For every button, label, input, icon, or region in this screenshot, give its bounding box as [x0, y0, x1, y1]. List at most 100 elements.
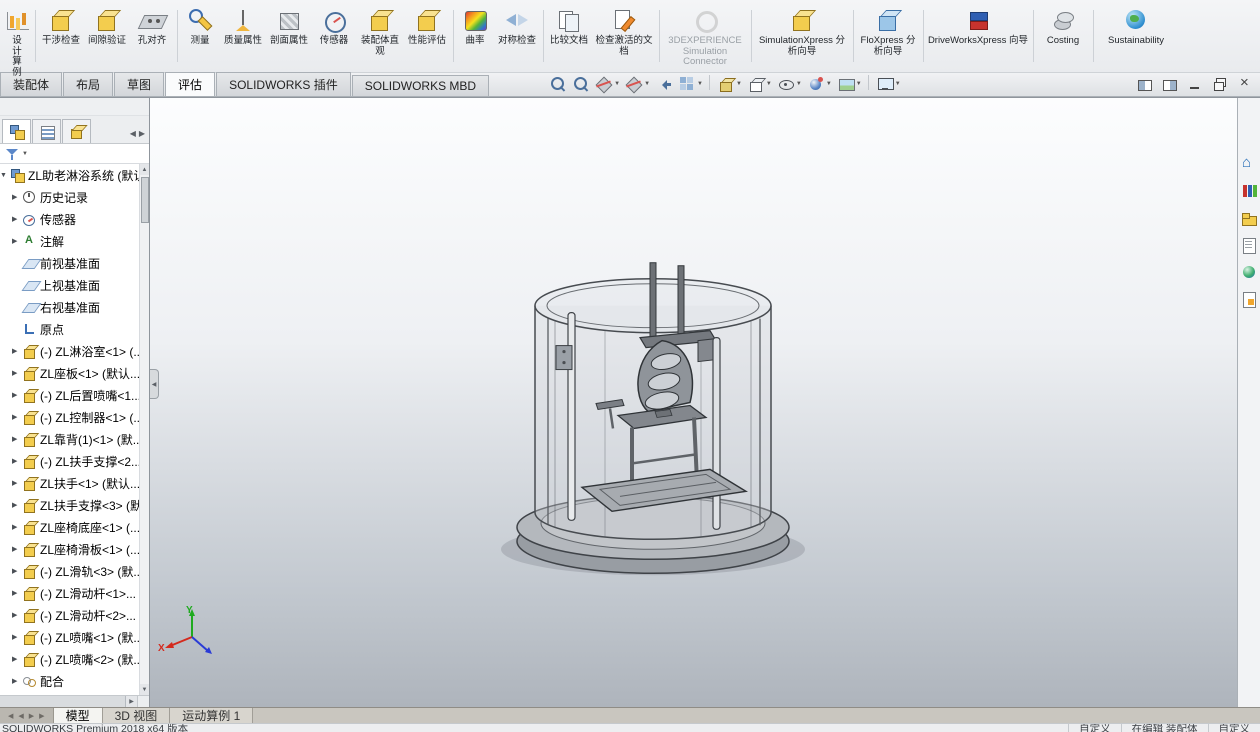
- ribbon-button[interactable]: 设计算例 ▼: [2, 3, 32, 69]
- scroll-right-icon[interactable]: ▶: [126, 696, 138, 707]
- view-tool-button[interactable]: ▼: [716, 74, 743, 94]
- expand-arrow-icon[interactable]: [12, 655, 22, 663]
- view-tool-button[interactable]: ▼: [571, 74, 591, 94]
- panel-tab-next-icon[interactable]: ▶: [139, 129, 145, 138]
- expand-arrow-icon[interactable]: [12, 633, 22, 641]
- status-segment[interactable]: 在编辑 装配体: [1121, 724, 1208, 732]
- ribbon-button[interactable]: SimulationXpress 分析向导 ▼: [754, 3, 850, 69]
- document-tab[interactable]: 模型: [54, 708, 103, 723]
- ribbon-button[interactable]: FloXpress 分析向导 ▼: [856, 3, 920, 69]
- tree-item[interactable]: (-) ZL滑轨<3> (默...: [0, 560, 139, 582]
- expand-arrow-icon[interactable]: [12, 193, 22, 201]
- tree-item[interactable]: (-) ZL喷嘴<1> (默...: [0, 626, 139, 648]
- tree-item[interactable]: 原点: [0, 318, 139, 340]
- task-pane-button[interactable]: [1239, 208, 1259, 227]
- tree-item[interactable]: 传感器: [0, 208, 139, 230]
- expand-arrow-icon[interactable]: [12, 677, 22, 685]
- pin-left-icon[interactable]: [1136, 77, 1154, 92]
- task-pane-button[interactable]: [1239, 289, 1259, 308]
- ribbon-button[interactable]: 间隙验证 ▼: [84, 3, 130, 69]
- expand-arrow-icon[interactable]: [12, 523, 22, 531]
- tree-item[interactable]: ZL座板<1> (默认...: [0, 362, 139, 384]
- ribbon-button[interactable]: 质量属性 ▼: [220, 3, 266, 69]
- ribbon-button[interactable]: 孔对齐 ▼: [130, 3, 174, 69]
- panel-tab-prev-icon[interactable]: ◀: [130, 129, 136, 138]
- expand-arrow-icon[interactable]: [12, 413, 22, 421]
- ribbon-button[interactable]: 对称检查 ▼: [494, 3, 540, 69]
- command-tab[interactable]: 草图: [114, 72, 164, 96]
- tree-item[interactable]: ZL座椅底座<1> (...: [0, 516, 139, 538]
- expand-arrow-icon[interactable]: [12, 589, 22, 597]
- task-pane-button[interactable]: [1239, 181, 1259, 200]
- document-tab[interactable]: 3D 视图: [103, 708, 171, 723]
- expand-arrow-icon[interactable]: [0, 172, 10, 179]
- ribbon-button[interactable]: 传感器 ▼: [312, 3, 356, 69]
- ribbon-button[interactable]: 3DEXPERIENCE Simulation Connector ▼: [662, 3, 748, 69]
- view-tool-button[interactable]: ▼: [594, 74, 621, 94]
- tree-item[interactable]: ZL靠背(1)<1> (默...: [0, 428, 139, 450]
- document-tab[interactable]: 运动算例 1: [170, 708, 253, 723]
- status-segment[interactable]: 自定义: [1208, 724, 1260, 732]
- graphics-viewport[interactable]: Y X ◀: [150, 98, 1237, 707]
- tree-item[interactable]: (-) ZL淋浴室<1> (...: [0, 340, 139, 362]
- command-tab[interactable]: SOLIDWORKS MBD: [352, 75, 489, 96]
- tab-scroll-prev-icon[interactable]: ◀: [18, 712, 23, 720]
- expand-arrow-icon[interactable]: [12, 237, 22, 245]
- task-pane-button[interactable]: [1239, 235, 1259, 254]
- command-tab[interactable]: SOLIDWORKS 插件: [216, 72, 351, 96]
- command-tab[interactable]: 布局: [63, 72, 113, 96]
- ribbon-button[interactable]: 干涉检查 ▼: [38, 3, 84, 69]
- view-tool-button[interactable]: ▼: [677, 74, 704, 94]
- view-tool-button[interactable]: ▼: [548, 74, 568, 94]
- tree-item[interactable]: ZL扶手支撑<3> (默: [0, 494, 139, 516]
- tree-horizontal-scrollbar[interactable]: ▶: [0, 695, 149, 707]
- pin-right-icon[interactable]: [1161, 77, 1179, 92]
- tree-item[interactable]: ZL座椅滑板<1> (...: [0, 538, 139, 560]
- status-segment[interactable]: 自定义: [1068, 724, 1121, 732]
- panel-tab[interactable]: [2, 119, 31, 143]
- expand-arrow-icon[interactable]: [12, 347, 22, 355]
- expand-arrow-icon[interactable]: [12, 457, 22, 465]
- scrollbar-thumb[interactable]: [0, 696, 126, 707]
- view-tool-button[interactable]: ▼: [875, 74, 902, 94]
- ribbon-button[interactable]: 曲率 ▼: [456, 3, 494, 69]
- expand-arrow-icon[interactable]: [12, 611, 22, 619]
- restore-down-icon[interactable]: [1211, 77, 1229, 92]
- task-pane-button[interactable]: [1239, 262, 1259, 281]
- minimize-icon[interactable]: [1186, 77, 1204, 92]
- command-tab[interactable]: 评估: [165, 72, 215, 96]
- expand-arrow-icon[interactable]: [12, 567, 22, 575]
- expand-arrow-icon[interactable]: [12, 391, 22, 399]
- panel-collapse-handle[interactable]: ◀: [150, 369, 159, 399]
- tab-scroll-last-icon[interactable]: ▶: [39, 712, 44, 720]
- filter-dropdown-arrow-icon[interactable]: ▼: [22, 151, 28, 157]
- ribbon-button[interactable]: 检查激活的文档 ▼: [592, 3, 656, 69]
- ribbon-button[interactable]: DriveWorksXpress 向导 ▼: [926, 3, 1030, 69]
- view-tool-button[interactable]: ▼: [836, 74, 863, 94]
- panel-tab[interactable]: [62, 119, 91, 143]
- ribbon-button[interactable]: 测量 ▼: [180, 3, 220, 69]
- close-icon[interactable]: [1236, 77, 1254, 92]
- task-pane-button[interactable]: [1239, 154, 1259, 173]
- tree-vertical-scrollbar[interactable]: ▲ ▼: [139, 164, 149, 695]
- ribbon-button[interactable]: Sustainability ▼: [1096, 3, 1176, 69]
- scrollbar-thumb[interactable]: [141, 177, 149, 223]
- view-tool-button[interactable]: ▼: [746, 74, 773, 94]
- expand-arrow-icon[interactable]: [12, 215, 22, 223]
- tree-item[interactable]: 配合: [0, 670, 139, 692]
- tree-item[interactable]: (-) ZL控制器<1> (...: [0, 406, 139, 428]
- scroll-down-icon[interactable]: ▼: [140, 684, 149, 695]
- expand-arrow-icon[interactable]: [12, 545, 22, 553]
- ribbon-button[interactable]: 剖面属性 ▼: [266, 3, 312, 69]
- panel-tab[interactable]: [32, 119, 61, 143]
- expand-arrow-icon[interactable]: [12, 435, 22, 443]
- ribbon-button[interactable]: 性能评估 ▼: [404, 3, 450, 69]
- tree-item[interactable]: 右视基准面: [0, 296, 139, 318]
- view-tool-button[interactable]: ▼: [776, 74, 803, 94]
- view-tool-button[interactable]: ▼: [654, 74, 674, 94]
- tab-scroll-first-icon[interactable]: ◀: [8, 712, 13, 720]
- tree-item[interactable]: 注解: [0, 230, 139, 252]
- expand-arrow-icon[interactable]: [12, 501, 22, 509]
- tab-scroll-next-icon[interactable]: ▶: [29, 712, 34, 720]
- tree-item[interactable]: 上视基准面: [0, 274, 139, 296]
